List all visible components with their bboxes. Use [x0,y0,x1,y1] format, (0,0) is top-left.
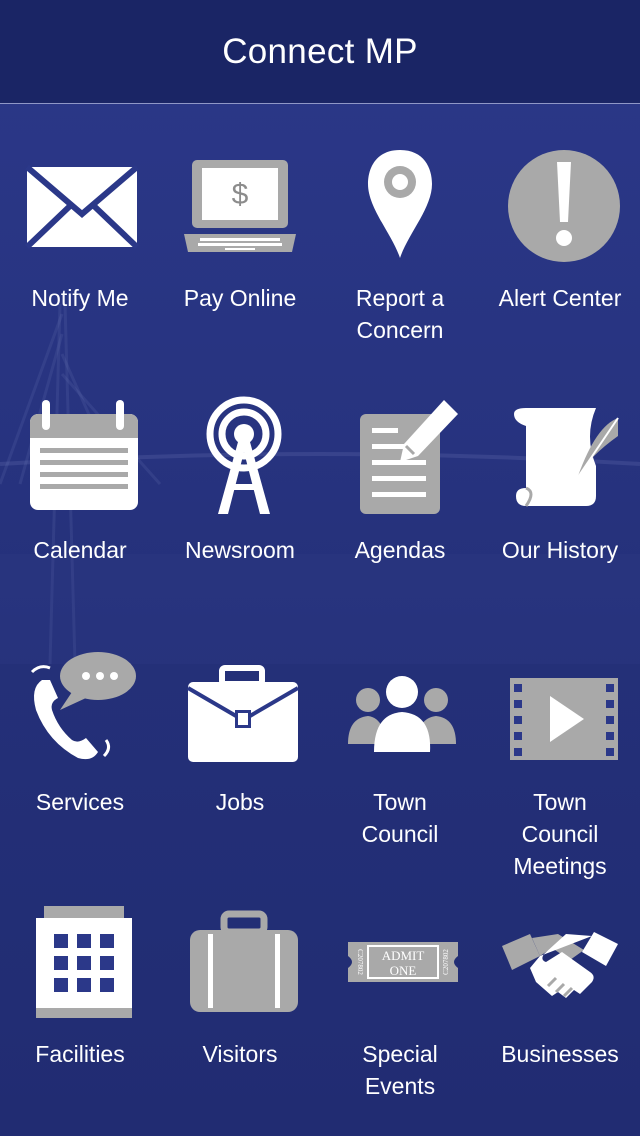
tile-alert-center[interactable]: Alert Center [480,104,640,356]
tile-our-history[interactable]: Our History [480,356,640,608]
tile-notify-me[interactable]: Notify Me [0,104,160,356]
tile-label: Newsroom [185,537,295,563]
app-header: Connect MP [0,0,640,104]
broadcast-tower-icon [180,396,300,516]
tile-newsroom[interactable]: Newsroom [160,356,320,608]
tile-label: Agendas [354,537,446,563]
app-title: Connect MP [222,31,418,71]
phone-chat-icon [20,648,140,768]
tile-label: Services [35,789,125,815]
tile-businesses[interactable]: Businesses [480,860,640,1112]
tile-label: Businesses [501,1041,619,1067]
map-pin-icon [340,144,460,264]
tile-label: Notify Me [31,285,129,311]
document-pencil-icon [340,396,460,516]
laptop-dollar-icon: $ [180,144,300,264]
tile-label: Pay Online [183,285,297,311]
tile-label: Special Events [362,1041,438,1099]
ticket-line1-text: ADMIT [382,948,425,963]
tile-town-council-meetings[interactable]: Town Council Meetings [480,608,640,879]
building-icon [20,900,140,1020]
tile-jobs[interactable]: Jobs [160,608,320,860]
ticket-serial-left: C207802 [356,949,364,975]
calendar-icon [20,396,140,516]
tile-label: Our History [501,537,619,563]
tile-report-concern[interactable]: Report a Concern [320,104,480,356]
tile-facilities[interactable]: Facilities [0,860,160,1112]
tile-label: Alert Center [498,285,622,311]
tile-special-events[interactable]: ADMIT ONE C207802 C207802 Special Events [320,860,480,1112]
scroll-quill-icon [500,396,620,516]
tile-label: Facilities [35,1041,125,1067]
tile-label: Visitors [202,1041,278,1067]
suitcase-icon [180,900,300,1020]
tile-pay-online[interactable]: $ Pay Online [160,104,320,356]
tile-label: Report a Concern [355,285,445,343]
film-play-icon [500,648,620,768]
briefcase-icon [180,648,300,768]
envelope-icon [20,144,140,264]
tile-town-council[interactable]: Town Council [320,608,480,860]
admit-ticket-icon: ADMIT ONE C207802 C207802 [340,900,460,1020]
svg-text:$: $ [232,178,249,211]
tile-agendas[interactable]: Agendas [320,356,480,608]
tile-label: Town Council [361,789,439,847]
tile-label: Calendar [33,537,127,563]
ticket-line2-text: ONE [390,963,417,978]
tile-visitors[interactable]: Visitors [160,860,320,1112]
tile-label: Jobs [215,789,265,815]
tile-calendar[interactable]: Calendar [0,356,160,608]
group-people-icon [340,648,460,768]
tile-services[interactable]: Services [0,608,160,860]
exclamation-circle-icon [500,144,620,264]
ticket-serial-right: C207802 [442,949,450,975]
handshake-icon [500,900,620,1020]
